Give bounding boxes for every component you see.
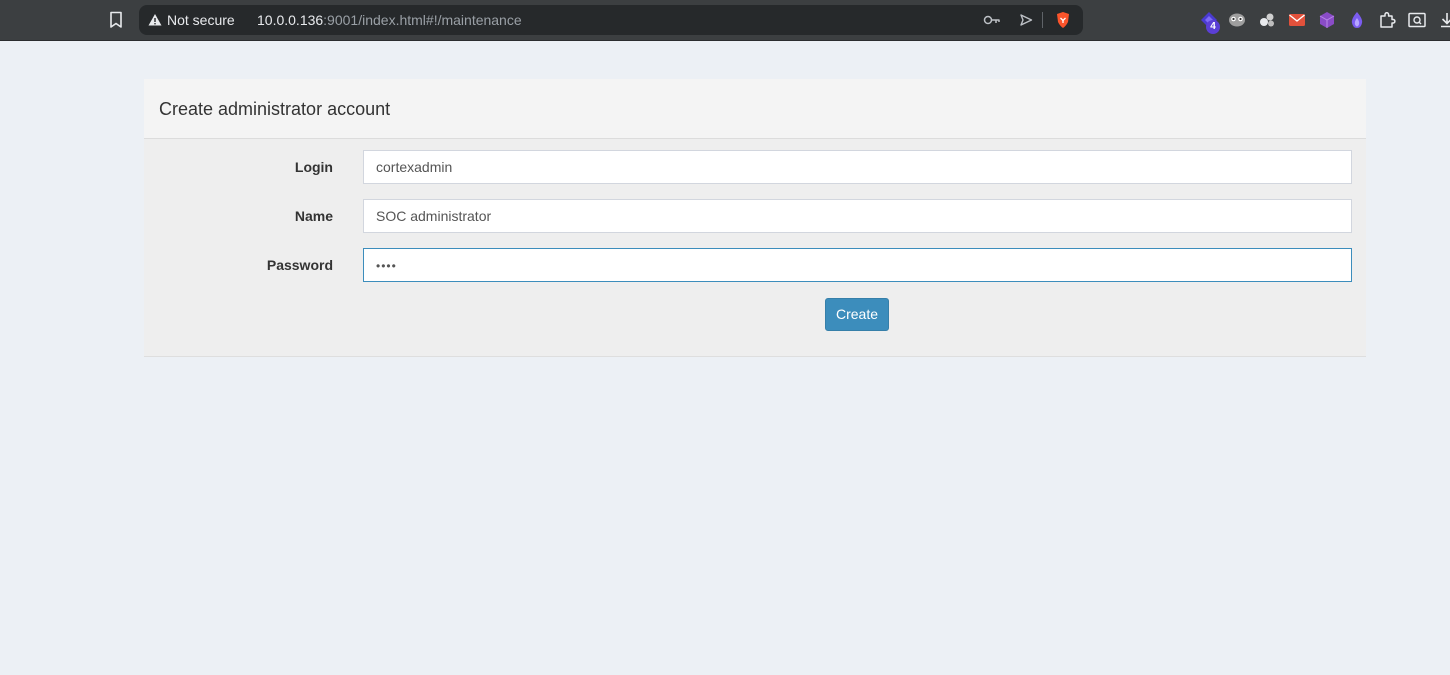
extension-flame-icon[interactable] (1347, 10, 1367, 30)
name-input[interactable]: SOC administrator (363, 199, 1352, 233)
panel-heading: Create administrator account (144, 79, 1366, 139)
send-icon[interactable] (1017, 11, 1035, 29)
password-input[interactable]: •••• (363, 248, 1352, 282)
extension-cube-icon[interactable] (1317, 10, 1337, 30)
brave-shields-icon[interactable] (1054, 11, 1072, 29)
extension-mask-icon[interactable] (1227, 10, 1247, 30)
security-status[interactable]: Not secure (167, 12, 235, 28)
password-label: Password (266, 257, 333, 273)
url-path: :9001/index.html#!/maintenance (323, 12, 522, 28)
extension-count-badge: 4 (1206, 20, 1220, 34)
create-admin-panel: Create administrator account Login corte… (144, 79, 1366, 357)
omnibox-divider (1042, 12, 1043, 28)
password-value: •••• (376, 259, 397, 273)
extension-cluster-icon[interactable] (1257, 10, 1277, 30)
extensions-puzzle-icon[interactable] (1377, 10, 1397, 30)
address-bar[interactable]: Not secure 10.0.0.136:9001/index.html#!/… (139, 5, 1083, 35)
extension-mail-icon[interactable] (1287, 10, 1307, 30)
reader-mode-icon[interactable] (1407, 10, 1427, 30)
download-icon[interactable] (1437, 10, 1450, 30)
key-icon[interactable] (983, 11, 1001, 29)
browser-toolbar: Not secure 10.0.0.136:9001/index.html#!/… (0, 0, 1450, 41)
bookmark-icon[interactable] (106, 10, 126, 30)
name-label: Name (294, 208, 333, 224)
login-label: Login (294, 159, 333, 175)
create-button[interactable]: Create (825, 298, 889, 331)
warning-icon[interactable] (148, 13, 162, 27)
url-host: 10.0.0.136 (257, 12, 324, 28)
url-text[interactable]: 10.0.0.136:9001/index.html#!/maintenance (257, 12, 522, 28)
login-input[interactable]: cortexadmin (363, 150, 1352, 184)
page-title: Create administrator account (159, 99, 391, 119)
